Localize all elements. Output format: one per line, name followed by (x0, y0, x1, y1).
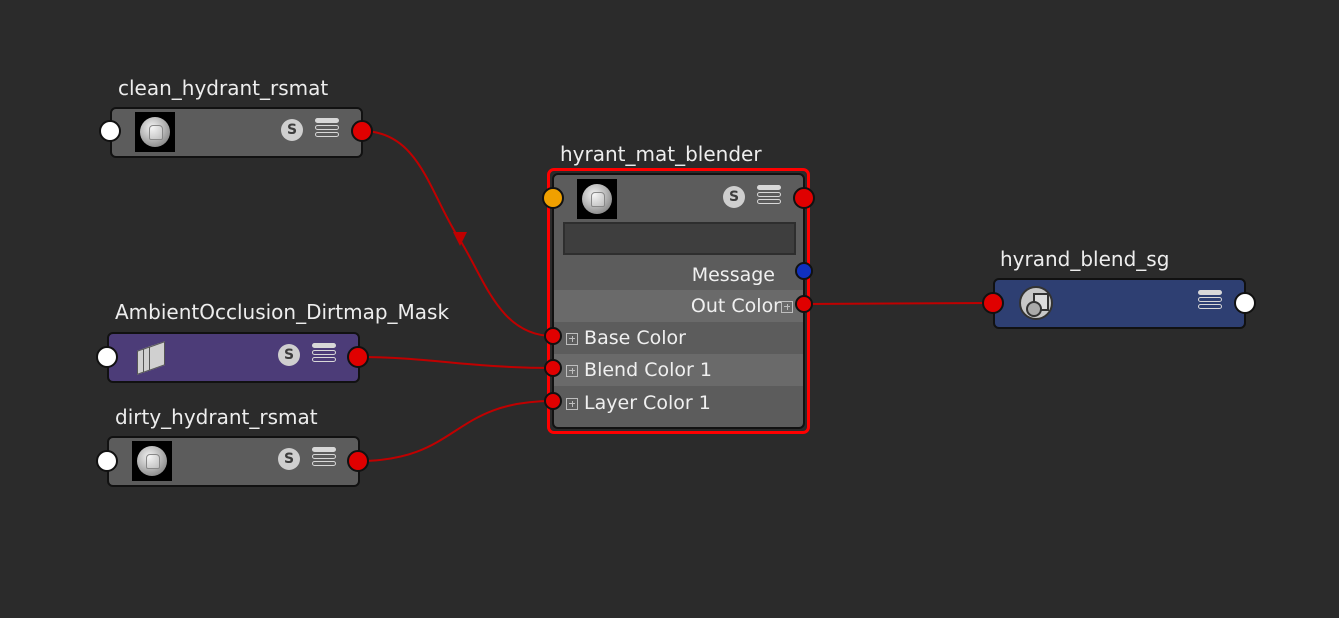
attr-label-blend-color: Blend Color 1 (584, 359, 712, 381)
menu-icon[interactable] (757, 185, 781, 207)
shading-group-icon (1019, 286, 1053, 320)
expand-icon[interactable] (566, 332, 578, 345)
material-sphere-icon (577, 179, 617, 219)
node-title-blender: hyrant_mat_blender (560, 142, 762, 166)
port-message[interactable] (795, 262, 813, 280)
wire-ao-to-blend-color[interactable] (357, 356, 554, 369)
wire-dirty-to-layer-color[interactable] (357, 400, 554, 462)
input-port-sg[interactable] (982, 292, 1004, 314)
material-sphere-icon (135, 112, 175, 152)
menu-icon[interactable] (312, 343, 336, 365)
expand-icon[interactable] (781, 300, 793, 313)
port-blend-color[interactable] (544, 359, 562, 377)
menu-icon[interactable] (1198, 290, 1222, 312)
attr-row-base-color: Base Color (554, 322, 803, 354)
output-port-blender[interactable] (793, 187, 815, 209)
node-title-ao: AmbientOcclusion_Dirtmap_Mask (115, 300, 450, 324)
node-hyrant-mat-blender[interactable]: S Message Out Color Base Color Blend Col… (552, 173, 805, 429)
expand-icon[interactable] (566, 397, 578, 410)
node-title-sg: hyrand_blend_sg (1000, 247, 1170, 271)
input-port-dirty[interactable] (96, 450, 118, 472)
s-icon[interactable]: S (281, 119, 303, 141)
node-title-dirty: dirty_hydrant_rsmat (115, 405, 318, 429)
output-port-clean[interactable] (351, 120, 373, 142)
input-port-clean[interactable] (99, 120, 121, 142)
s-icon[interactable]: S (723, 186, 745, 208)
attr-label-out-color: Out Color (690, 295, 781, 317)
wire-outcolor-to-sg[interactable] (803, 302, 994, 305)
attr-row-layer-color: Layer Color 1 (554, 387, 803, 419)
input-port-ao[interactable] (96, 346, 118, 368)
attribute-filter-field[interactable] (563, 222, 796, 255)
s-icon[interactable]: S (278, 448, 300, 470)
node-title-clean: clean_hydrant_rsmat (118, 76, 329, 100)
output-port-dirty[interactable] (347, 450, 369, 472)
menu-icon[interactable] (315, 118, 339, 140)
menu-icon[interactable] (312, 447, 336, 469)
node-dirty-hydrant-rsmat[interactable]: S (107, 436, 360, 487)
attr-label-layer-color: Layer Color 1 (584, 392, 711, 414)
output-port-ao[interactable] (347, 346, 369, 368)
attr-label-message: Message (691, 264, 775, 286)
node-clean-hydrant-rsmat[interactable]: S (110, 107, 363, 158)
wire-direction-arrow (453, 232, 467, 246)
s-icon[interactable]: S (278, 344, 300, 366)
attr-row-message: Message (554, 259, 803, 291)
expand-icon[interactable] (566, 364, 578, 377)
node-ambient-occlusion-mask[interactable]: S (107, 332, 360, 383)
port-out-color[interactable] (795, 295, 813, 313)
file-layers-icon (135, 340, 169, 376)
output-port-sg[interactable] (1234, 292, 1256, 314)
port-layer-color[interactable] (544, 392, 562, 410)
attr-row-blend-color: Blend Color 1 (554, 354, 803, 386)
node-hyrand-blend-sg[interactable] (993, 278, 1246, 329)
attr-row-out-color: Out Color (554, 290, 803, 322)
port-base-color[interactable] (544, 327, 562, 345)
material-sphere-icon (132, 441, 172, 481)
input-port-blender[interactable] (542, 187, 564, 209)
attr-label-base-color: Base Color (584, 327, 686, 349)
